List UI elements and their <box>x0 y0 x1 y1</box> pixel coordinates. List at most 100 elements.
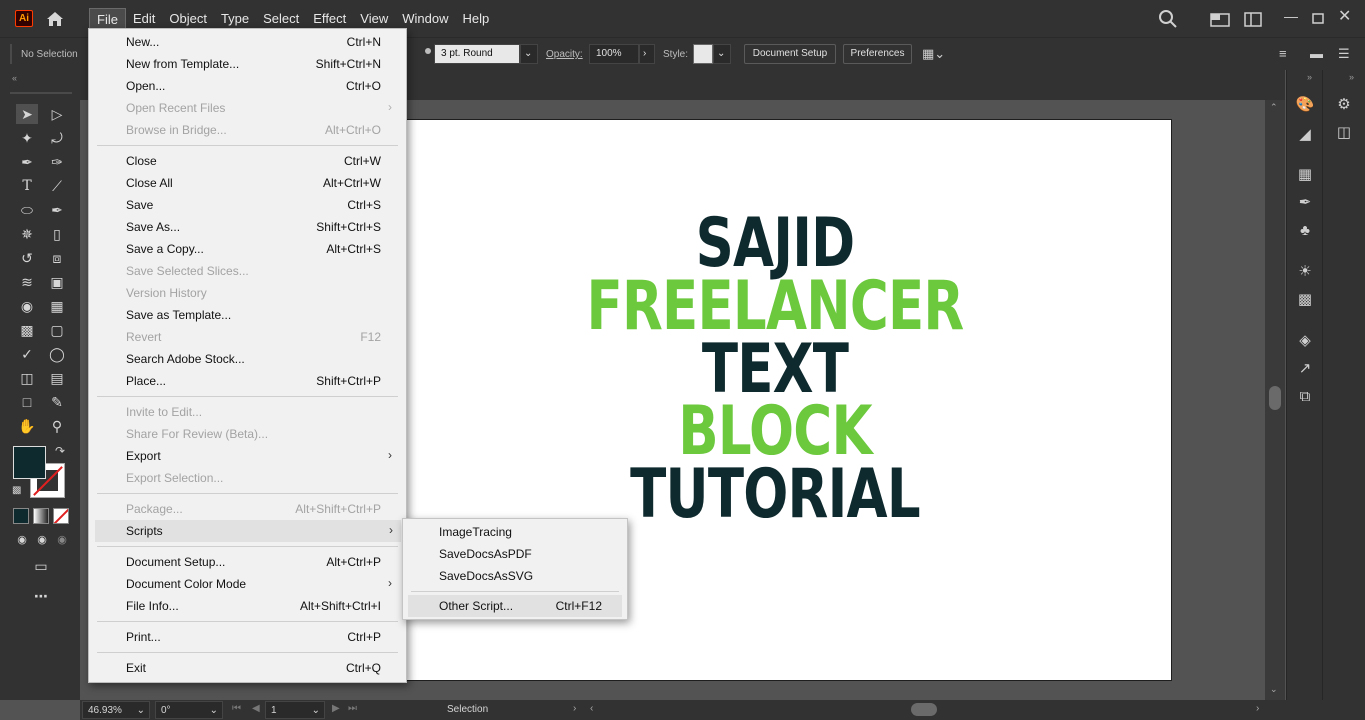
symbols-panel-icon[interactable]: ♣ <box>1294 220 1316 242</box>
menu-item-invite-to-edit[interactable]: Invite to Edit... <box>89 401 406 423</box>
menu-item-new-from-template[interactable]: New from Template... Shift+Ctrl+N <box>89 53 406 75</box>
scroll-up-icon[interactable]: ⌃ <box>1270 102 1278 113</box>
menu-object[interactable]: Object <box>162 8 214 29</box>
menu-item-browse-in-bridge[interactable]: Browse in Bridge... Alt+Ctrl+O <box>89 119 406 141</box>
stroke-profile-dropdown-icon[interactable]: ⌄ <box>520 44 538 64</box>
align-icon[interactable]: ≡ <box>1279 46 1287 61</box>
opacity-arrow-icon[interactable]: › <box>639 44 655 64</box>
line-tool-icon[interactable]: ⟋ <box>46 176 68 196</box>
submenu-item-savedocsassvg[interactable]: SaveDocsAsSVG <box>403 565 627 587</box>
menu-select[interactable]: Select <box>256 8 306 29</box>
menu-item-close-all[interactable]: Close All Alt+Ctrl+W <box>89 172 406 194</box>
paintbrush-tool-icon[interactable]: ✒ <box>46 200 68 220</box>
menu-view[interactable]: View <box>353 8 395 29</box>
zoom-tool-icon[interactable]: ⚲ <box>46 416 68 436</box>
menu-window[interactable]: Window <box>395 8 455 29</box>
edit-toolbar-icon[interactable]: ⋯ <box>30 586 52 606</box>
horizontal-scroll-thumb[interactable] <box>911 703 937 716</box>
gradient-mode-icon[interactable] <box>33 508 49 524</box>
scroll-left-icon[interactable]: ‹ <box>590 703 593 714</box>
menu-edit[interactable]: Edit <box>126 8 162 29</box>
artboard-dropdown-icon[interactable]: ⌄ <box>312 702 320 720</box>
menu-help[interactable]: Help <box>455 8 496 29</box>
swap-colors-icon[interactable]: ↷ <box>55 444 65 458</box>
menu-item-print[interactable]: Print... Ctrl+P <box>89 626 406 648</box>
menu-item-exit[interactable]: Exit Ctrl+Q <box>89 657 406 679</box>
arrange-documents-icon[interactable] <box>1243 8 1263 30</box>
zoom-select[interactable]: 46.93% ⌄ <box>82 701 150 719</box>
swatches-panel-icon[interactable]: ▦ <box>1294 164 1316 186</box>
arrange-icon[interactable]: ▦⌄ <box>922 46 945 62</box>
home-icon[interactable] <box>45 9 65 29</box>
maximize-icon[interactable] <box>1310 8 1326 30</box>
menu-item-export[interactable]: Export › <box>89 445 406 467</box>
free-transform-tool-icon[interactable]: ▣ <box>46 272 68 292</box>
menu-item-version-history[interactable]: Version History <box>89 282 406 304</box>
screen-mode-icon[interactable]: ▭ <box>30 556 52 576</box>
distribute-icon[interactable]: ▬ <box>1310 46 1323 61</box>
menu-item-save-a-copy[interactable]: Save a Copy... Alt+Ctrl+S <box>89 238 406 260</box>
none-mode-icon[interactable] <box>53 508 69 524</box>
opacity-input[interactable]: 100% <box>589 44 639 64</box>
style-dropdown-icon[interactable]: ⌄ <box>713 44 731 64</box>
menu-item-document-setup[interactable]: Document Setup... Alt+Ctrl+P <box>89 551 406 573</box>
layers-panel-icon[interactable]: ◈ <box>1294 330 1316 352</box>
eraser-tool-icon[interactable]: ▯ <box>46 224 68 244</box>
workspace-switcher-icon[interactable] <box>1210 8 1230 30</box>
panel-grip[interactable] <box>10 44 12 64</box>
draw-inside-icon[interactable]: ◉ <box>51 530 73 550</box>
submenu-item-savedocsaspdf[interactable]: SaveDocsAsPDF <box>403 543 627 565</box>
menu-item-open[interactable]: Open... Ctrl+O <box>89 75 406 97</box>
menu-effect[interactable]: Effect <box>306 8 353 29</box>
preferences-button[interactable]: Preferences <box>843 44 912 64</box>
scroll-down-icon[interactable]: ⌄ <box>1270 684 1278 695</box>
menu-item-scripts[interactable]: Scripts › <box>95 520 401 542</box>
submenu-item-other-script[interactable]: Other Script... Ctrl+F12 <box>408 595 622 617</box>
vertical-scrollbar[interactable]: ⌃ ⌄ <box>1265 100 1285 700</box>
perspective-grid-tool-icon[interactable]: ▦ <box>46 296 68 316</box>
menu-item-place[interactable]: Place... Shift+Ctrl+P <box>89 370 406 392</box>
properties-panel-icon[interactable]: ⚙ <box>1333 94 1355 116</box>
selection-tool-icon[interactable]: ➤ <box>16 104 38 124</box>
menu-item-new[interactable]: New... Ctrl+N <box>89 31 406 53</box>
menu-file[interactable]: File <box>89 8 126 29</box>
menu-item-save-as-template[interactable]: Save as Template... <box>89 304 406 326</box>
menu-item-open-recent-files[interactable]: Open Recent Files › <box>89 97 406 119</box>
graphic-styles-icon[interactable]: ▩ <box>1294 289 1316 311</box>
rotation-dropdown-icon[interactable]: ⌄ <box>210 702 218 720</box>
menu-type[interactable]: Type <box>214 8 256 29</box>
menu-item-document-color-mode[interactable]: Document Color Mode › <box>89 573 406 595</box>
artboard-number-select[interactable]: 1 ⌄ <box>265 701 325 719</box>
menu-item-close[interactable]: Close Ctrl+W <box>89 150 406 172</box>
menu-item-file-info[interactable]: File Info... Alt+Shift+Ctrl+I <box>89 595 406 617</box>
collapse-panel-icon[interactable]: « <box>12 73 17 83</box>
zoom-dropdown-icon[interactable]: ⌄ <box>137 702 145 720</box>
menu-item-search-adobe-stock[interactable]: Search Adobe Stock... <box>89 348 406 370</box>
last-artboard-icon[interactable]: ⏭ <box>348 703 357 714</box>
menu-item-save-selected-slices[interactable]: Save Selected Slices... <box>89 260 406 282</box>
control-bar-menu-icon[interactable]: ☰ <box>1338 46 1350 62</box>
shaper-tool-icon[interactable]: ✵ <box>16 224 38 244</box>
draw-normal-icon[interactable]: ◉ <box>11 530 33 550</box>
width-tool-icon[interactable]: ≋ <box>16 272 38 292</box>
ellipse-tool-icon[interactable]: ⬭ <box>16 200 38 220</box>
stroke-profile-select[interactable]: 3 pt. Round <box>434 44 520 64</box>
symbol-sprayer-tool-icon[interactable]: ◫ <box>16 368 38 388</box>
expand-panels-2-icon[interactable]: » <box>1349 72 1354 82</box>
color-mode-icon[interactable] <box>13 508 29 524</box>
menu-item-revert[interactable]: Revert F12 <box>89 326 406 348</box>
shape-builder-tool-icon[interactable]: ◉ <box>16 296 38 316</box>
menu-item-export-selection[interactable]: Export Selection... <box>89 467 406 489</box>
expand-panels-icon[interactable]: » <box>1307 72 1312 82</box>
color-guide-icon[interactable]: ◢ <box>1294 124 1316 146</box>
default-colors-icon[interactable]: ▩ <box>12 485 21 496</box>
libraries-panel-icon[interactable]: ◫ <box>1333 122 1355 144</box>
draw-behind-icon[interactable]: ◉ <box>31 530 53 550</box>
brushes-panel-icon[interactable]: ✒ <box>1294 192 1316 214</box>
curvature-tool-icon[interactable]: ✑ <box>46 152 68 172</box>
magic-wand-tool-icon[interactable]: ✦ <box>16 128 38 148</box>
submenu-item-imagetracing[interactable]: ImageTracing <box>403 521 627 543</box>
search-icon[interactable] <box>1158 8 1178 30</box>
vertical-scroll-thumb[interactable] <box>1269 386 1281 410</box>
export-assets-icon[interactable]: ↗ <box>1294 358 1316 380</box>
